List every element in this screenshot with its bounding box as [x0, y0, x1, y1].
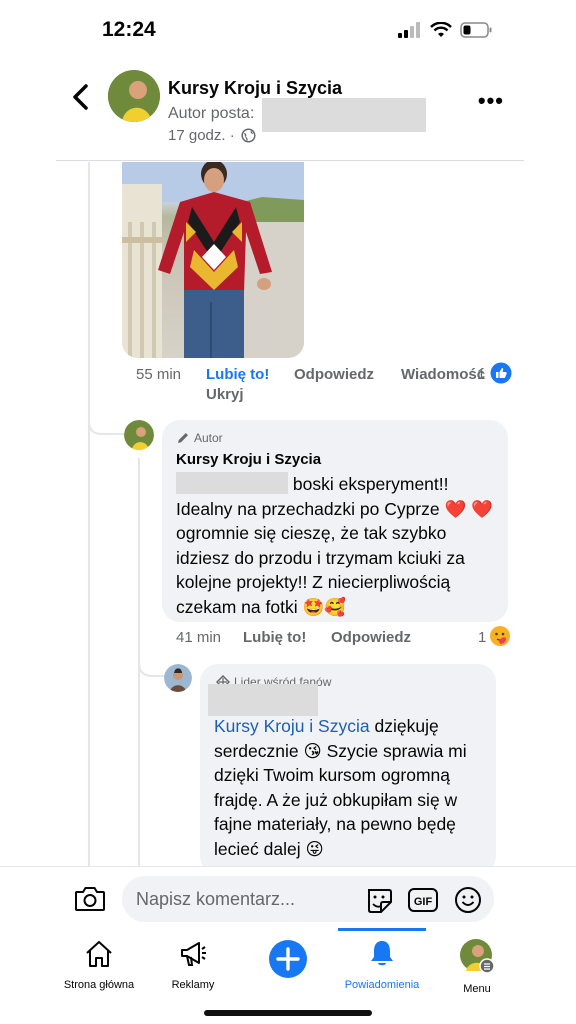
status-bar: 12:24 [0, 0, 576, 60]
post-header: Kursy Kroju i Szycia Autor posta: 17 god… [0, 60, 576, 160]
header-divider [56, 160, 524, 161]
like-button[interactable]: Lubię to! [243, 629, 306, 646]
page-name[interactable]: Kursy Kroju i Szycia [168, 78, 342, 99]
emoji-icon[interactable] [453, 885, 483, 915]
tab-menu-label: Menu [463, 983, 491, 995]
page-mention-link[interactable]: Kursy Kroju i Szycia [214, 716, 370, 736]
author-label: Autor posta: [168, 105, 255, 122]
tab-create[interactable] [266, 938, 310, 983]
post-time-text: 17 godz. · [168, 127, 235, 144]
tab-notifications-label: Powiadomienia [344, 979, 420, 991]
thread-connector [88, 408, 124, 435]
more-options-button[interactable]: ••• [478, 88, 504, 114]
battery-icon [460, 22, 492, 38]
post-time: 17 godz. · [168, 127, 256, 144]
sticker-icon[interactable] [364, 885, 394, 915]
comment-bubble-author[interactable]: Autor Kursy Kroju i Szycia boski ekspery… [162, 420, 508, 622]
comment-avatar[interactable] [164, 664, 192, 692]
comment-text: Kursy Kroju i Szycia dziękuję serdecznie… [214, 714, 492, 861]
svg-text:GIF: GIF [414, 896, 433, 908]
tab-menu[interactable]: Menu [452, 938, 502, 995]
page-avatar[interactable] [108, 70, 160, 122]
author-badge: Autor [176, 431, 223, 445]
redacted-commenter-name [208, 684, 318, 716]
reaction-count: 1 [478, 629, 487, 646]
like-reaction-icon[interactable] [490, 362, 512, 384]
tab-home[interactable]: Strona główna [56, 938, 142, 991]
comment-avatar[interactable] [124, 420, 154, 450]
status-icons [398, 22, 492, 38]
active-tab-indicator [338, 928, 426, 931]
tab-home-label: Strona główna [63, 979, 135, 991]
camera-icon[interactable] [74, 885, 106, 913]
status-time: 12:24 [102, 18, 156, 41]
gif-icon[interactable]: GIF [407, 885, 439, 915]
bottom-tab-bar: Strona główna Reklamy Powiadomienia Menu [0, 928, 576, 1024]
globe-icon [241, 128, 256, 143]
avatar-menu-icon [460, 939, 495, 974]
home-icon [86, 941, 112, 967]
comment-photo[interactable] [122, 162, 304, 358]
tab-ads[interactable]: Reklamy [158, 938, 228, 991]
back-arrow-icon[interactable] [68, 82, 94, 112]
commenter-name[interactable]: Kursy Kroju i Szycia [176, 451, 321, 468]
hide-button[interactable]: Ukryj [206, 386, 244, 403]
like-button[interactable]: Lubię to! [206, 366, 269, 383]
redacted-mention [176, 472, 288, 494]
reply-button[interactable]: Odpowiedz [331, 629, 411, 646]
reaction-count: 1 [477, 366, 486, 383]
bell-icon [371, 941, 393, 966]
pencil-icon [178, 433, 188, 443]
reply-time: 55 min [136, 366, 182, 383]
tab-ads-label: Reklamy [171, 979, 215, 991]
comment-bubble-fan[interactable]: Lider wśród fanów Kursy Kroju i Szycia d… [200, 664, 496, 874]
comment-time: 41 min [176, 629, 222, 646]
author-badge-label: Autor [194, 431, 223, 445]
message-button[interactable]: Wiadomość [401, 366, 485, 383]
comment-text: boski eksperyment!! Idealny na przechadz… [176, 472, 502, 619]
care-reaction-icon[interactable] [489, 625, 511, 647]
tab-notifications[interactable]: Powiadomienia [338, 938, 426, 991]
wifi-icon [430, 22, 452, 37]
megaphone-icon [181, 942, 206, 966]
home-indicator [204, 1010, 372, 1016]
redacted-author-name [262, 98, 426, 132]
comment-text-rest: Idealny na przechadzki po Cyprze ❤️ ❤️ o… [176, 498, 493, 617]
plus-icon [269, 940, 307, 978]
comment-composer: GIF [0, 866, 576, 928]
reply-button[interactable]: Odpowiedz [294, 366, 374, 383]
signal-icon [398, 22, 420, 38]
comment-input[interactable] [136, 889, 336, 910]
thread-line [88, 162, 90, 866]
comment-text-first: boski eksperyment!! [292, 474, 449, 494]
comment-input-box[interactable]: GIF [122, 876, 494, 922]
